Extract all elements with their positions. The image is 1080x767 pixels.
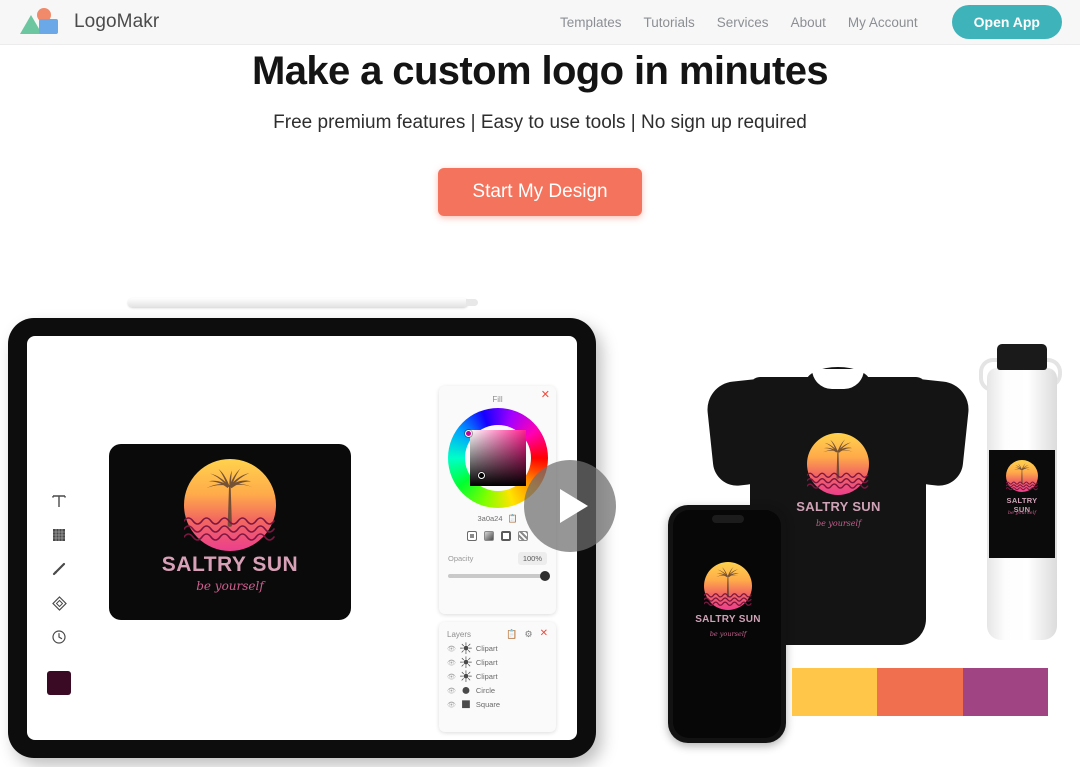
- layers-header: Layers 📋 ⚙ ✕: [447, 629, 548, 639]
- logo-tagline: be yourself: [709, 630, 747, 638]
- list-item[interactable]: 👁 ● Circle: [447, 681, 548, 699]
- copy-icon[interactable]: 📋: [508, 514, 518, 523]
- gear-icon[interactable]: ⚙: [525, 629, 533, 639]
- square-shape-icon: [39, 19, 58, 34]
- close-fill-panel-icon[interactable]: ✕: [541, 390, 550, 401]
- logo-brand-name: SALTRY SUN: [796, 499, 881, 514]
- bottle-cap: [997, 344, 1047, 370]
- tablet-device: SALTRY SUN be yourself ✕ Fill 3a0a24 📋 O…: [8, 318, 596, 758]
- product-mockups: SALTRY SUN be yourself SALTRY SUN be you…: [640, 330, 1080, 767]
- opacity-slider[interactable]: [448, 571, 550, 581]
- nav-item-templates[interactable]: Templates: [560, 15, 622, 30]
- play-video-button[interactable]: [524, 460, 616, 552]
- diamond-tool-icon[interactable]: [49, 593, 69, 613]
- play-icon: [559, 489, 588, 523]
- logo-brand-name: SALTRY SUN: [161, 553, 299, 576]
- layer-name: Square: [475, 700, 501, 709]
- layer-name: Clipart: [475, 672, 498, 681]
- hero-cta-container: Start My Design: [0, 168, 1080, 216]
- site-header: LogoMakr Templates Tutorials Services Ab…: [0, 0, 1080, 45]
- bottle-logo-print: SALTRY SUN be yourself: [998, 460, 1046, 548]
- eye-icon[interactable]: 👁: [447, 701, 456, 709]
- wave-lines-icon: [807, 472, 869, 489]
- layers-actions: 📋 ⚙ ✕: [506, 629, 548, 639]
- fill-mode-outline-icon[interactable]: [501, 531, 511, 541]
- tshirt-logo-print: SALTRY SUN be yourself: [791, 433, 886, 549]
- editor-toolbar: [44, 491, 74, 695]
- opacity-label: Opacity: [448, 554, 474, 563]
- text-tool-icon[interactable]: [49, 491, 69, 511]
- opacity-row: Opacity 100%: [448, 552, 547, 565]
- close-layers-panel-icon[interactable]: ✕: [540, 629, 548, 639]
- page-title: Make a custom logo in minutes: [251, 49, 829, 93]
- logo-brand-name: SALTRY SUN: [695, 614, 761, 625]
- nav-item-tutorials[interactable]: Tutorials: [644, 15, 695, 30]
- brand-logo[interactable]: LogoMakr: [18, 7, 159, 37]
- phone-mockup: SALTRY SUN be yourself: [668, 505, 786, 743]
- start-my-design-button[interactable]: Start My Design: [438, 168, 642, 216]
- opacity-value[interactable]: 100%: [517, 552, 547, 565]
- list-item[interactable]: 👁 ■ Square: [447, 695, 548, 713]
- wave-lines-icon: [704, 593, 752, 606]
- list-item[interactable]: 👁 ☀ Clipart: [447, 668, 548, 686]
- layer-name: Circle: [475, 686, 496, 695]
- eye-icon[interactable]: 👁: [447, 645, 456, 653]
- pen-tool-icon[interactable]: [49, 559, 69, 579]
- eye-icon[interactable]: 👁: [447, 673, 456, 681]
- nav-item-about[interactable]: About: [791, 15, 826, 30]
- fill-mode-solid-icon[interactable]: [467, 531, 477, 541]
- eye-icon[interactable]: 👁: [447, 659, 456, 667]
- circle-layer-icon: ●: [461, 681, 471, 699]
- palette-swatch-magenta[interactable]: [962, 668, 1048, 716]
- active-color-swatch[interactable]: [47, 671, 71, 695]
- sv-handle[interactable]: [477, 472, 485, 479]
- editor-screen: SALTRY SUN be yourself ✕ Fill 3a0a24 📋 O…: [27, 336, 577, 740]
- eye-icon[interactable]: 👁: [447, 687, 456, 695]
- layer-name: Clipart: [475, 644, 498, 653]
- history-tool-icon[interactable]: [49, 627, 69, 647]
- fill-mode-gradient-icon[interactable]: [484, 531, 494, 541]
- logo-canvas[interactable]: SALTRY SUN be yourself: [109, 444, 351, 620]
- brand-name: LogoMakr: [74, 11, 160, 32]
- palette-swatch-yellow[interactable]: [792, 668, 878, 716]
- main-navigation: Templates Tutorials Services About My Ac…: [560, 5, 1062, 39]
- layers-panel: Layers 📋 ⚙ ✕ 👁 ☀ Clipart 👁 ☀ Clipart 👁 ☀…: [439, 622, 556, 732]
- hex-value: 3a0a24: [477, 514, 503, 523]
- clipart-layer-icon: ☀: [458, 668, 474, 686]
- clipart-layer-icon: ☀: [458, 654, 474, 672]
- shape-tool-icon[interactable]: [49, 525, 69, 545]
- phone-notch: [712, 515, 744, 523]
- logo-tagline: be yourself: [196, 579, 264, 593]
- phone-screen: SALTRY SUN be yourself: [673, 510, 781, 738]
- duplicate-layer-icon[interactable]: 📋: [506, 629, 517, 639]
- hue-handle[interactable]: [464, 430, 472, 437]
- phone-logo-display: SALTRY SUN be yourself: [692, 562, 764, 654]
- stylus-pen: [128, 298, 478, 307]
- color-palette: [792, 668, 1048, 716]
- fill-mode-none-icon[interactable]: [518, 531, 528, 541]
- water-bottle-mockup: SALTRY SUN be yourself: [975, 338, 1070, 648]
- fill-panel-title: Fill: [492, 395, 503, 404]
- nav-item-my-account[interactable]: My Account: [848, 15, 918, 30]
- logo-tagline: be yourself: [815, 519, 862, 528]
- wave-lines-icon: [1006, 481, 1038, 491]
- palette-swatch-coral[interactable]: [877, 668, 963, 716]
- logo-artwork: SALTRY SUN be yourself: [140, 457, 320, 607]
- wave-lines-icon: [184, 517, 275, 541]
- hero-subtitle: Free premium features | Easy to use tool…: [273, 112, 807, 133]
- nav-item-services[interactable]: Services: [717, 15, 769, 30]
- opacity-slider-knob[interactable]: [540, 571, 550, 581]
- layers-panel-title: Layers: [447, 629, 472, 639]
- hero-section: Make a custom logo in minutes Free premi…: [0, 45, 1080, 216]
- logo-tagline: be yourself: [1007, 510, 1037, 516]
- open-app-button[interactable]: Open App: [951, 5, 1062, 39]
- clipart-layer-icon: ☀: [458, 640, 474, 658]
- logomakr-mark-icon: [18, 7, 62, 37]
- layer-name: Clipart: [475, 658, 498, 667]
- square-layer-icon: ■: [461, 695, 471, 713]
